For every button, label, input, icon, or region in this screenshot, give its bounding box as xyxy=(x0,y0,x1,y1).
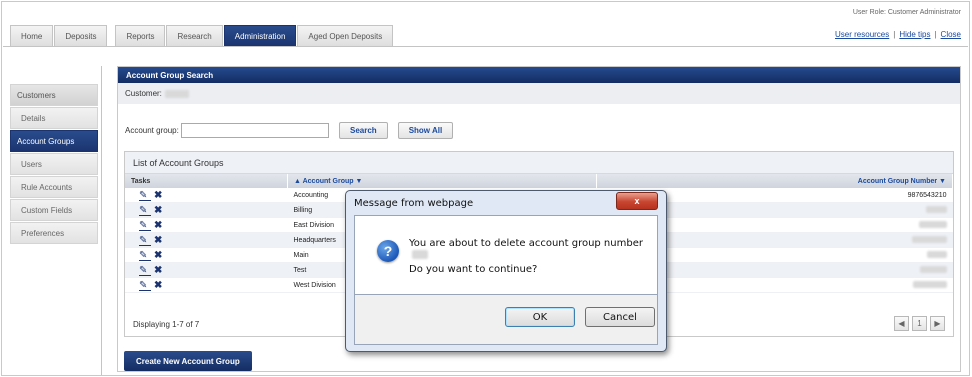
top-links: User resources | Hide tips | Close xyxy=(835,30,961,39)
edit-icon[interactable]: ✎ xyxy=(139,220,151,231)
ok-button[interactable]: OK xyxy=(505,307,575,327)
col-account-group-number[interactable]: Account Group Number ▼ xyxy=(596,174,953,188)
question-icon: ? xyxy=(377,240,399,262)
row-tasks: ✎ ✖ xyxy=(125,217,288,233)
message-dialog: Message from webpage x ? You are about t… xyxy=(345,190,667,352)
edit-icon[interactable]: ✎ xyxy=(139,265,151,276)
customer-row: Customer: xyxy=(118,83,960,104)
search-button[interactable]: Search xyxy=(339,122,388,139)
displaying-count: Displaying 1-7 of 7 xyxy=(133,320,200,329)
number-redacted xyxy=(925,205,947,213)
search-row: Account group: Search Show All xyxy=(125,122,454,139)
sidebar-item-account-groups[interactable]: Account Groups xyxy=(10,130,98,152)
list-title: List of Account Groups xyxy=(125,152,953,174)
top-tabs: Home Deposits Reports Research Administr… xyxy=(10,25,394,46)
sidebar-item-customers[interactable]: Customers xyxy=(10,84,98,106)
sidebar-item-custom-fields[interactable]: Custom Fields xyxy=(10,199,98,221)
dialog-close-button[interactable]: x xyxy=(616,192,658,210)
col-account-group[interactable]: ▲ Account Group ▼ xyxy=(287,174,597,188)
delete-icon[interactable]: ✖ xyxy=(154,250,162,261)
tab-aged-open-deposits[interactable]: Aged Open Deposits xyxy=(297,25,394,46)
sidebar-item-preferences[interactable]: Preferences xyxy=(10,222,98,244)
hide-tips-link[interactable]: Hide tips xyxy=(899,30,930,39)
delete-icon[interactable]: ✖ xyxy=(154,190,162,201)
group-number-redacted xyxy=(412,249,428,259)
tab-reports[interactable]: Reports xyxy=(115,25,166,46)
dialog-message-line2: Do you want to continue? xyxy=(409,264,538,275)
cancel-button[interactable]: Cancel xyxy=(585,307,655,327)
edit-icon[interactable]: ✎ xyxy=(139,280,151,291)
tab-gap xyxy=(108,25,114,46)
sidebar: Customers Details Account Groups Users R… xyxy=(10,84,98,245)
dialog-footer: OK Cancel xyxy=(354,295,658,345)
prev-page-button[interactable]: ◀ xyxy=(894,316,909,331)
customer-label: Customer: xyxy=(125,89,162,98)
panel-title: Account Group Search xyxy=(118,67,960,83)
number-redacted xyxy=(919,265,947,273)
row-tasks: ✎ ✖ xyxy=(125,247,288,263)
dialog-message-line1: You are about to delete account group nu… xyxy=(409,238,657,260)
sidebar-divider xyxy=(101,66,102,375)
delete-icon[interactable]: ✖ xyxy=(154,235,162,246)
dialog-title: Message from webpage xyxy=(354,198,474,209)
delete-icon[interactable]: ✖ xyxy=(154,280,162,291)
dialog-message-text: You are about to delete account group nu… xyxy=(409,238,643,249)
edit-icon[interactable]: ✎ xyxy=(139,250,151,261)
col-tasks: Tasks xyxy=(125,174,288,188)
tab-home[interactable]: Home xyxy=(10,25,54,46)
close-link[interactable]: Close xyxy=(941,30,961,39)
number-redacted xyxy=(926,250,947,258)
edit-icon[interactable]: ✎ xyxy=(139,235,151,246)
link-separator: | xyxy=(893,30,896,39)
sidebar-item-details[interactable]: Details xyxy=(10,107,98,129)
edit-icon[interactable]: ✎ xyxy=(139,205,151,216)
link-separator: | xyxy=(934,30,937,39)
account-group-input[interactable] xyxy=(181,123,329,138)
edit-icon[interactable]: ✎ xyxy=(139,190,151,201)
show-all-button[interactable]: Show All xyxy=(397,122,454,139)
account-group-label: Account group: xyxy=(125,126,179,135)
number-redacted xyxy=(912,280,947,288)
delete-icon[interactable]: ✖ xyxy=(154,205,162,216)
row-tasks: ✎ ✖ xyxy=(125,277,288,293)
row-tasks: ✎ ✖ xyxy=(125,202,288,218)
user-resources-link[interactable]: User resources xyxy=(835,30,889,39)
pager: ◀ 1 ▶ xyxy=(894,316,945,331)
number-redacted xyxy=(911,235,947,243)
tab-underline xyxy=(3,46,968,47)
delete-icon[interactable]: ✖ xyxy=(154,220,162,231)
sidebar-item-users[interactable]: Users xyxy=(10,153,98,175)
sidebar-item-rule-accounts[interactable]: Rule Accounts xyxy=(10,176,98,198)
create-new-account-group-button[interactable]: Create New Account Group xyxy=(124,351,252,371)
table-header-row: Tasks ▲ Account Group ▼ Account Group Nu… xyxy=(125,174,953,188)
tab-deposits[interactable]: Deposits xyxy=(54,25,108,46)
row-tasks: ✎ ✖ xyxy=(125,188,288,203)
delete-icon[interactable]: ✖ xyxy=(154,265,162,276)
number-redacted xyxy=(918,220,947,228)
tab-administration[interactable]: Administration xyxy=(223,25,297,46)
user-role: User Role: Customer Administrator xyxy=(852,9,961,16)
row-tasks: ✎ ✖ xyxy=(125,232,288,248)
next-page-button[interactable]: ▶ xyxy=(930,316,945,331)
customer-redacted xyxy=(164,89,189,98)
dialog-body: ? You are about to delete account group … xyxy=(354,215,658,295)
browser-frame: Home Deposits Reports Research Administr… xyxy=(1,1,970,376)
page-number[interactable]: 1 xyxy=(912,316,927,331)
tab-research[interactable]: Research xyxy=(166,25,223,46)
row-tasks: ✎ ✖ xyxy=(125,262,288,278)
